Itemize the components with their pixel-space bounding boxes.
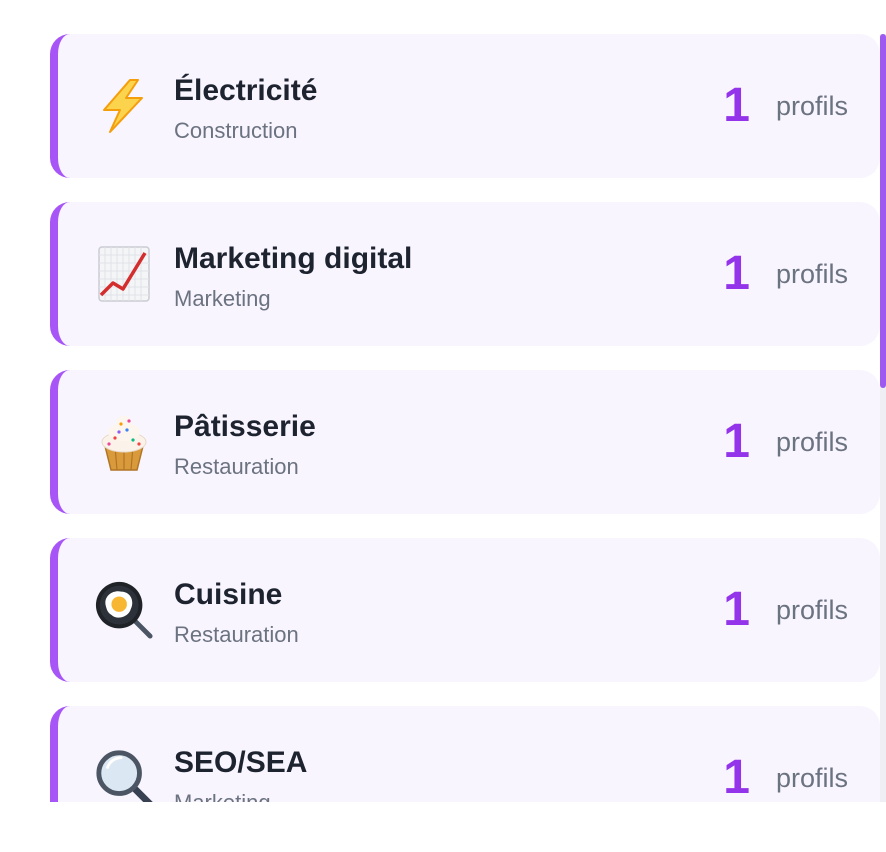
lightning-icon <box>94 76 154 136</box>
profile-count-label: profils <box>775 763 848 793</box>
profile-count: 1 <box>723 583 750 636</box>
skill-category: Marketing <box>174 286 271 311</box>
skill-card[interactable]: SEO/SEA Marketing 1 profils <box>50 706 880 802</box>
profile-count: 1 <box>723 247 750 300</box>
skill-category: Construction <box>174 118 298 143</box>
magnifying-glass-icon <box>94 748 154 802</box>
skills-list-viewport: Électricité Construction 1 profils Marke… <box>0 0 886 802</box>
profile-count-label: profils <box>775 427 848 457</box>
skill-card[interactable]: Marketing digital Marketing 1 profils <box>50 202 880 346</box>
skill-title: Électricité <box>174 74 318 107</box>
frying-pan-egg-icon <box>94 580 154 640</box>
profile-count: 1 <box>723 415 750 468</box>
cupcake-icon <box>94 412 154 472</box>
skill-title: Pâtisserie <box>174 410 316 443</box>
scrollbar-thumb[interactable] <box>880 34 886 388</box>
chart-increasing-icon <box>94 244 154 304</box>
skill-category: Restauration <box>174 454 299 479</box>
skill-title: SEO/SEA <box>174 746 308 779</box>
skill-card[interactable]: Cuisine Restauration 1 profils <box>50 538 880 682</box>
profile-count: 1 <box>723 79 750 132</box>
profile-count-label: profils <box>775 91 848 121</box>
profile-count: 1 <box>723 751 750 802</box>
skill-title: Marketing digital <box>174 242 413 275</box>
skill-card[interactable]: Pâtisserie Restauration 1 profils <box>50 370 880 514</box>
profile-count-label: profils <box>775 595 848 625</box>
profile-count-label: profils <box>775 259 848 289</box>
skill-category: Marketing <box>174 790 271 802</box>
skill-title: Cuisine <box>174 578 283 611</box>
skill-category: Restauration <box>174 622 299 647</box>
skills-list: Électricité Construction 1 profils Marke… <box>50 34 880 802</box>
skill-card[interactable]: Électricité Construction 1 profils <box>50 34 880 178</box>
scrollbar[interactable] <box>880 34 886 802</box>
